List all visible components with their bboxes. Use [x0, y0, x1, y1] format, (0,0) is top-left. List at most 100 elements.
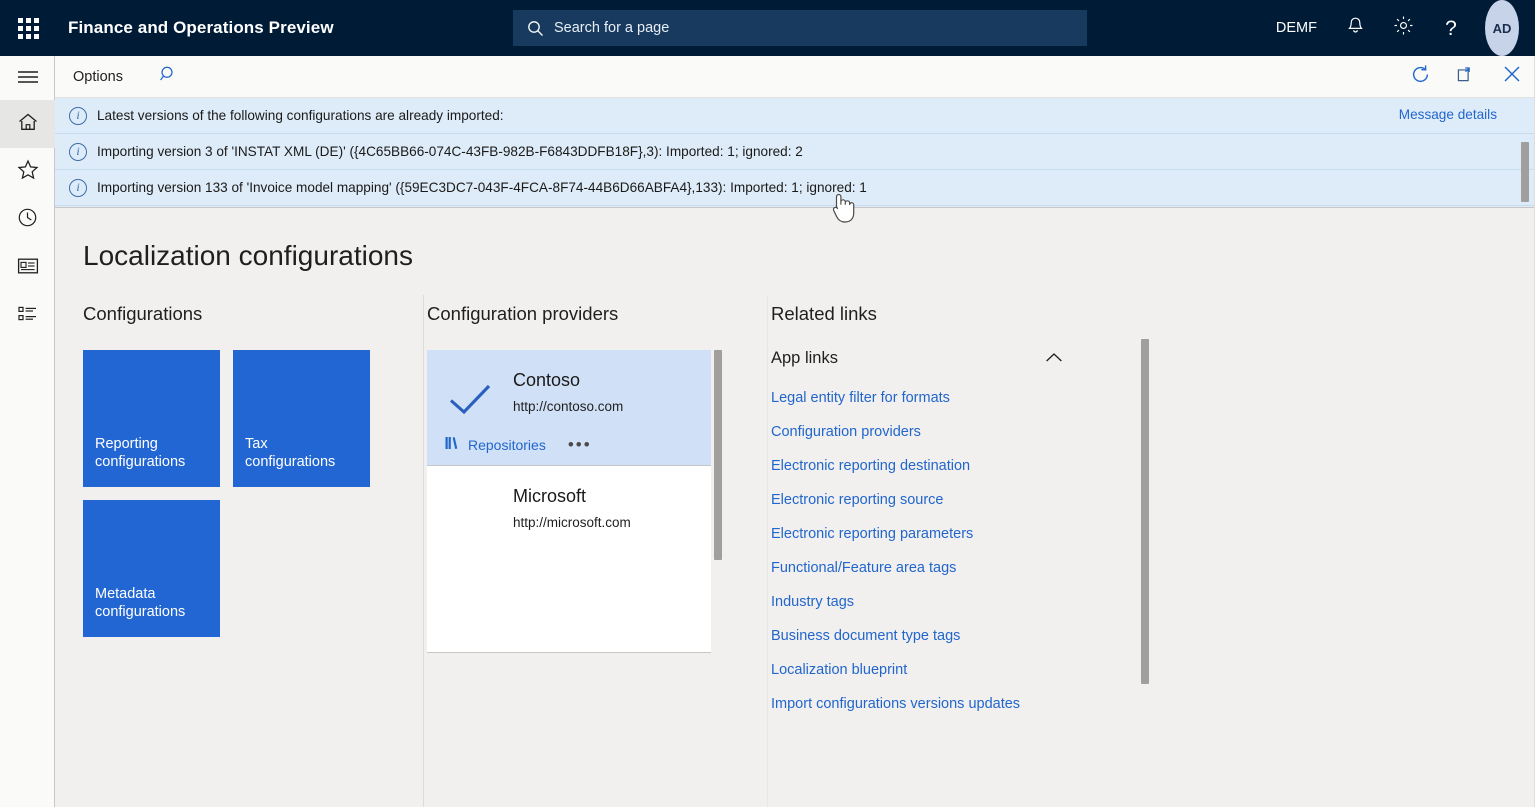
configuration-providers-section: Configuration providers Contoso http://c… [427, 303, 727, 653]
global-search-placeholder: Search for a page [554, 20, 670, 36]
command-bar-actions [1397, 56, 1535, 98]
repositories-label: Repositories [468, 436, 546, 453]
bell-icon [1346, 16, 1365, 41]
info-icon: i [69, 106, 87, 125]
link-import-configurations-versions-updates[interactable]: Import configurations versions updates [771, 687, 1131, 721]
command-bar: Options [55, 56, 1535, 98]
app-launcher-button[interactable] [0, 0, 56, 56]
sidebar-item-hamburger-menu[interactable] [0, 58, 55, 100]
link-localization-blueprint[interactable]: Localization blueprint [771, 653, 1131, 687]
popout-button[interactable] [1443, 56, 1489, 98]
sidebar-item-workspaces[interactable] [0, 244, 55, 292]
open-in-new-window-icon [1456, 65, 1477, 89]
configurations-section: Configurations Reporting configurations … [83, 303, 413, 637]
providers-scrollbar-thumb[interactable] [714, 350, 722, 560]
left-navigation-rail [0, 56, 55, 807]
link-electronic-reporting-parameters[interactable]: Electronic reporting parameters [771, 517, 1131, 551]
column-divider [423, 295, 424, 807]
checkmark-icon [427, 368, 513, 418]
app-links-label: App links [771, 349, 838, 367]
magnifier-icon [159, 65, 178, 89]
clock-icon [17, 207, 38, 233]
related-links-section: Related links App links Legal entity fil… [771, 303, 1149, 721]
close-icon [1502, 64, 1522, 89]
link-functional-feature-area-tags[interactable]: Functional/Feature area tags [771, 551, 1131, 585]
sidebar-item-favorites[interactable] [0, 148, 55, 196]
app-links-group-header[interactable]: App links [771, 349, 1063, 368]
page-search-button[interactable] [153, 61, 184, 93]
provider-more-button[interactable]: ••• [568, 436, 592, 453]
list-icon [17, 305, 39, 328]
message-row[interactable]: i Importing version 133 of 'Invoice mode… [55, 170, 1535, 206]
link-electronic-reporting-source[interactable]: Electronic reporting source [771, 483, 1131, 517]
app-launcher-icon [17, 17, 39, 39]
help-button[interactable]: ? [1427, 0, 1475, 56]
sidebar-item-recent[interactable] [0, 196, 55, 244]
notifications-button[interactable] [1331, 0, 1379, 56]
tile-label: Tax configurations [245, 436, 336, 470]
link-business-document-type-tags[interactable]: Business document type tags [771, 619, 1131, 653]
provider-name: Microsoft [513, 486, 587, 506]
refresh-button[interactable] [1397, 56, 1443, 98]
message-text: Importing version 133 of 'Invoice model … [97, 180, 867, 195]
app-title: Finance and Operations Preview [68, 18, 334, 37]
tile-tax-configurations[interactable]: Tax configurations [233, 350, 370, 487]
provider-card-contoso[interactable]: Contoso http://contoso.com Repositories … [427, 350, 711, 466]
settings-button[interactable] [1379, 0, 1427, 56]
question-mark-icon: ? [1445, 16, 1457, 40]
link-configuration-providers[interactable]: Configuration providers [771, 415, 1131, 449]
gear-icon [1393, 15, 1414, 41]
info-icon: i [69, 178, 87, 197]
link-electronic-reporting-destination[interactable]: Electronic reporting destination [771, 449, 1131, 483]
workspace-icon [17, 257, 39, 280]
close-button[interactable] [1489, 56, 1535, 98]
column-divider [767, 295, 768, 807]
sidebar-item-home[interactable] [0, 100, 55, 148]
page-title: Localization configurations [83, 240, 413, 271]
app-links-list: Legal entity filter for formats Configur… [771, 381, 1131, 721]
provider-card-microsoft[interactable]: Microsoft http://microsoft.com [427, 466, 711, 653]
message-bar: i Latest versions of the following confi… [55, 98, 1535, 208]
page-content: Localization configurations Configuratio… [55, 209, 1535, 807]
info-icon: i [69, 142, 87, 161]
configuration-providers-heading: Configuration providers [427, 303, 619, 324]
related-links-scrollbar-thumb[interactable] [1141, 339, 1149, 684]
provider-url: http://contoso.com [513, 399, 624, 414]
company-selector[interactable]: DEMF [1262, 0, 1331, 56]
tile-label: Reporting configurations [95, 436, 186, 470]
configurations-heading: Configurations [83, 303, 203, 324]
chevron-up-icon [1045, 350, 1063, 368]
message-text: Importing version 3 of 'INSTAT XML (DE)'… [97, 144, 803, 159]
search-icon [527, 20, 544, 37]
link-legal-entity-filter-for-formats[interactable]: Legal entity filter for formats [771, 381, 1131, 415]
message-details-link[interactable]: Message details [1399, 107, 1497, 122]
provider-card-spacer [427, 534, 711, 652]
tile-metadata-configurations[interactable]: Metadata configurations [83, 500, 220, 637]
top-bar-actions: DEMF ? AD [1262, 0, 1535, 56]
link-industry-tags[interactable]: Industry tags [771, 585, 1131, 619]
provider-url: http://microsoft.com [513, 515, 631, 530]
hamburger-icon [17, 70, 39, 89]
refresh-icon [1410, 64, 1431, 90]
sidebar-item-modules[interactable] [0, 292, 55, 340]
top-navigation-bar: Finance and Operations Preview Search fo… [0, 0, 1535, 56]
home-icon [17, 112, 39, 137]
avatar[interactable]: AD [1485, 0, 1519, 56]
repository-icon [445, 436, 461, 453]
provider-name: Contoso [513, 370, 581, 390]
message-bar-scrollbar-thumb[interactable] [1521, 142, 1529, 202]
provider-actions: Repositories ••• [427, 422, 711, 465]
message-row[interactable]: i Importing version 3 of 'INSTAT XML (DE… [55, 134, 1535, 170]
related-links-heading: Related links [771, 303, 877, 324]
provider-check-placeholder [427, 484, 513, 530]
star-icon [17, 159, 39, 185]
tile-label: Metadata configurations [95, 586, 186, 620]
tile-reporting-configurations[interactable]: Reporting configurations [83, 350, 220, 487]
global-search-box[interactable]: Search for a page [513, 10, 1087, 46]
message-row[interactable]: i Latest versions of the following confi… [55, 98, 1535, 134]
options-button[interactable]: Options [67, 65, 129, 89]
repositories-link[interactable]: Repositories [445, 436, 546, 453]
configuration-providers-list: Contoso http://contoso.com Repositories … [427, 350, 722, 653]
configurations-tile-grid: Reporting configurations Tax configurati… [83, 350, 413, 637]
message-text: Latest versions of the following configu… [97, 108, 504, 123]
